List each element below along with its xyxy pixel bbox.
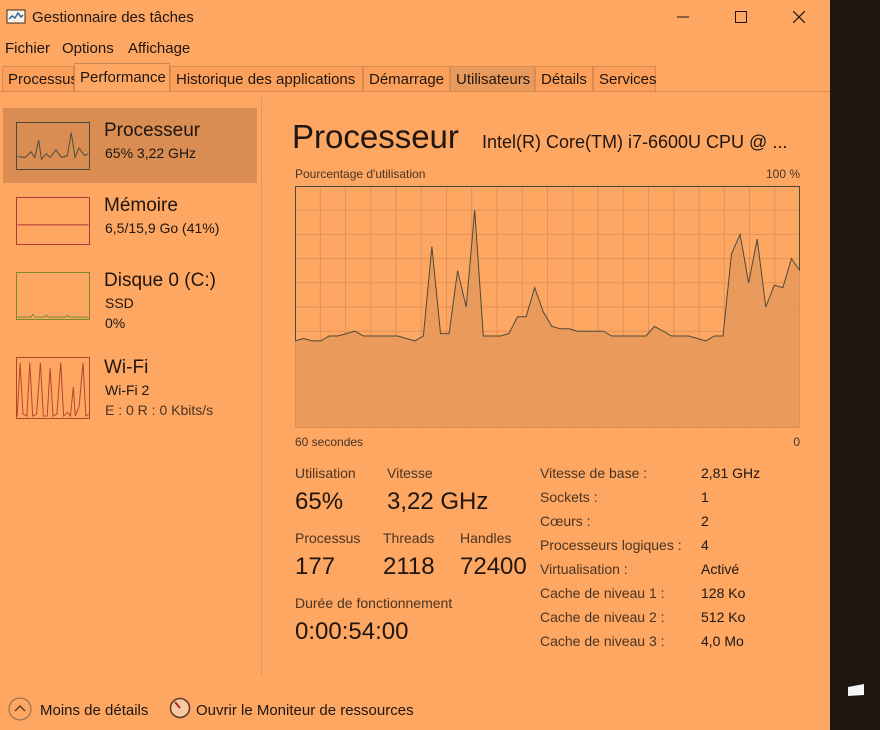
uptime-value: 0:00:54:00 — [295, 618, 409, 645]
threads-value: 2118 — [383, 553, 435, 580]
sidebar-sub-processeur: 65% 3,22 GHz — [105, 145, 197, 161]
sidebar-title-memoire: Mémoire — [104, 195, 178, 216]
open-resource-monitor-link[interactable]: Ouvrir le Moniteur de ressources — [196, 702, 414, 719]
close-icon — [793, 11, 805, 23]
title-bar: Gestionnaire des tâches — [0, 0, 830, 36]
vitesse-label: Vitesse — [387, 465, 433, 481]
chevron-up-icon[interactable] — [8, 697, 32, 721]
prop-value-sockets: 1 — [701, 489, 709, 505]
sidebar-sub-wifi-adapter: Wi-Fi 2 — [105, 382, 150, 398]
sidebar-title-disque: Disque 0 (C:) — [104, 270, 216, 291]
sidebar-item-disque[interactable]: Disque 0 (C:) SSD 0% — [3, 258, 257, 333]
memory-thumbnail-graph — [16, 197, 90, 245]
sidebar-sub-memoire: 6,5/15,9 Go (41%) — [105, 220, 220, 236]
sidebar-item-wifi[interactable]: Wi-Fi Wi-Fi 2 E : 0 R : 0 Kbits/s — [3, 345, 257, 420]
minimize-button[interactable] — [654, 0, 712, 34]
utilisation-value: 65% — [295, 488, 344, 515]
prop-label-l1-cache: Cache de niveau 1 : — [540, 585, 665, 601]
menu-fichier[interactable]: Fichier — [5, 40, 50, 57]
tab-demarrage[interactable]: Démarrage — [363, 66, 450, 91]
prop-value-l3-cache: 4,0 Mo — [701, 633, 744, 649]
window-title: Gestionnaire des tâches — [32, 9, 194, 26]
prop-label-sockets: Sockets : — [540, 489, 598, 505]
tab-details[interactable]: Détails — [535, 66, 593, 91]
tabs-divider — [0, 91, 830, 92]
tab-historique[interactable]: Historique des applications — [170, 66, 363, 91]
desktop-background — [830, 0, 880, 730]
graph-zero-label: 0 — [793, 435, 800, 449]
tab-processus[interactable]: Processus — [2, 66, 78, 91]
maximize-button[interactable] — [712, 0, 770, 34]
resource-monitor-icon — [169, 697, 191, 719]
prop-label-l3-cache: Cache de niveau 3 : — [540, 633, 665, 649]
desktop-shape-icon — [848, 684, 864, 696]
processus-value: 177 — [295, 553, 336, 580]
tab-bar: Processus Performance Historique des app… — [0, 63, 830, 92]
graph-max-label: 100 % — [765, 167, 800, 181]
sidebar-item-memoire[interactable]: Mémoire 6,5/15,9 Go (41%) — [3, 183, 257, 258]
close-button[interactable] — [770, 0, 828, 34]
sidebar-title-wifi: Wi-Fi — [104, 357, 149, 378]
tab-performance[interactable]: Performance — [74, 63, 170, 92]
sidebar-item-processeur[interactable]: Processeur 65% 3,22 GHz — [3, 108, 257, 183]
less-details-link[interactable]: Moins de détails — [40, 702, 148, 719]
cpu-usage-graph — [295, 186, 800, 428]
uptime-label: Durée de fonctionnement — [295, 595, 453, 611]
handles-label: Handles — [460, 530, 512, 546]
prop-value-virtualization: Activé — [701, 561, 740, 577]
vitesse-value: 3,22 GHz — [387, 488, 489, 515]
prop-value-l2-cache: 512 Ko — [701, 609, 746, 625]
footer-bar: Moins de détails Ouvrir le Moniteur de r… — [0, 680, 830, 730]
cpu-model-name: Intel(R) Core(TM) i7-6600U CPU @ ... — [482, 132, 788, 152]
processus-label: Processus — [295, 530, 361, 546]
sidebar-sub-disque-type: SSD — [105, 295, 134, 311]
prop-label-base-speed: Vitesse de base : — [540, 465, 648, 481]
task-manager-icon — [6, 9, 26, 24]
prop-value-logical-processors: 4 — [701, 537, 709, 553]
utilisation-label: Utilisation — [295, 465, 356, 481]
disk-thumbnail-graph — [16, 272, 90, 320]
graph-time-label: 60 secondes — [295, 435, 364, 449]
prop-value-l1-cache: 128 Ko — [701, 585, 746, 601]
sidebar-sub-wifi-throughput: E : 0 R : 0 Kbits/s — [105, 402, 214, 418]
minimize-icon — [677, 16, 689, 18]
prop-label-virtualization: Virtualisation : — [540, 561, 628, 577]
menu-options[interactable]: Options — [62, 40, 114, 57]
maximize-icon — [735, 11, 747, 23]
wifi-thumbnail-graph — [16, 357, 90, 419]
prop-label-l2-cache: Cache de niveau 2 : — [540, 609, 665, 625]
page-title: Processeur — [292, 118, 459, 155]
prop-value-base-speed: 2,81 GHz — [701, 465, 761, 481]
menu-affichage[interactable]: Affichage — [128, 40, 190, 57]
prop-label-logical-processors: Processeurs logiques : — [540, 537, 682, 553]
prop-label-cores: Cœurs : — [540, 513, 591, 529]
handles-value: 72400 — [460, 553, 527, 580]
performance-panel: Processeur Intel(R) Core(TM) i7-6600U CP… — [262, 96, 830, 676]
resource-sidebar: Processeur 65% 3,22 GHz Mémoire 6,5/15,9… — [0, 108, 262, 673]
tab-services[interactable]: Services — [593, 66, 657, 91]
graph-y-label: Pourcentage d'utilisation — [295, 167, 426, 181]
cpu-thumbnail-graph — [16, 122, 90, 170]
sidebar-sub-disque-usage: 0% — [105, 315, 126, 331]
tab-utilisateurs[interactable]: Utilisateurs — [450, 66, 535, 91]
threads-label: Threads — [383, 530, 435, 546]
task-manager-window: Gestionnaire des tâches Fichier Options … — [0, 0, 830, 730]
prop-value-cores: 2 — [701, 513, 709, 529]
sidebar-title-processeur: Processeur — [104, 120, 201, 141]
